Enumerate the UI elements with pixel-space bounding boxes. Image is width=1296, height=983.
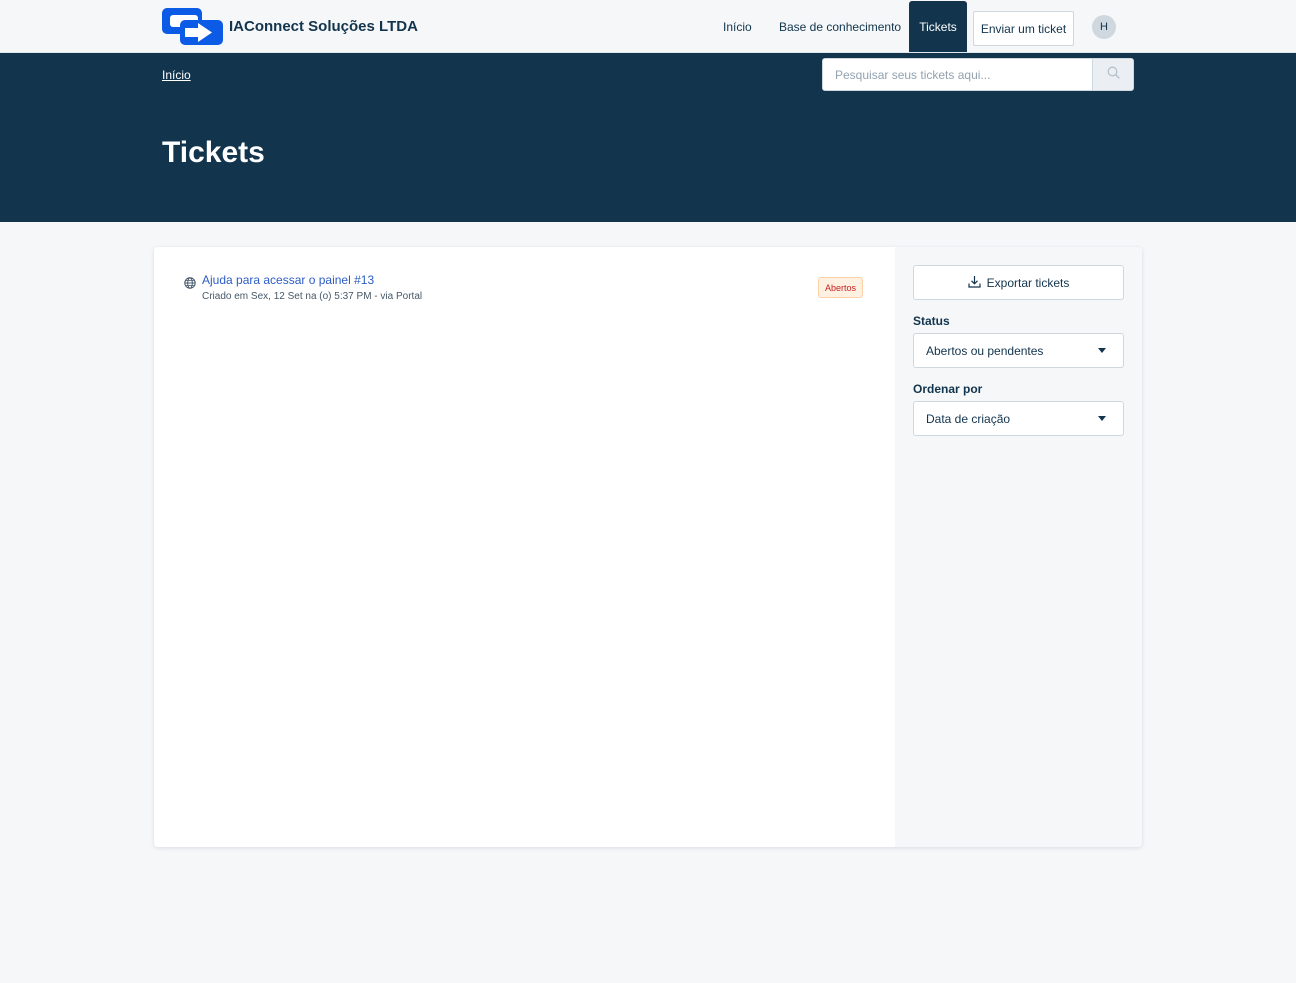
nav-home-link[interactable]: Início: [723, 0, 752, 53]
status-filter-label: Status: [913, 314, 950, 328]
status-filter-value: Abertos ou pendentes: [926, 343, 1044, 358]
status-filter-select[interactable]: Abertos ou pendentes: [913, 333, 1124, 368]
chevron-down-icon: [1098, 348, 1106, 353]
status-badge: Abertos: [818, 277, 864, 298]
export-tickets-label: Exportar tickets: [986, 275, 1070, 290]
ticket-title-link[interactable]: Ajuda para acessar o painel #13: [202, 273, 374, 287]
nav-tickets-tab[interactable]: Tickets: [909, 1, 967, 52]
ticket-row: Ajuda para acessar o painel #13 Criado e…: [184, 273, 864, 307]
globe-icon: [184, 276, 196, 294]
page-header-banner: Início Tickets: [0, 53, 1296, 222]
export-tickets-button[interactable]: Exportar tickets: [913, 265, 1124, 300]
ticket-meta: Criado em Sex, 12 Set na (o) 5:37 PM - v…: [202, 291, 423, 302]
ticket-search: [822, 58, 1134, 91]
search-button[interactable]: [1092, 59, 1133, 90]
nav-knowledge-base-link[interactable]: Base de conhecimento: [779, 0, 901, 53]
sort-select[interactable]: Data de criação: [913, 401, 1124, 436]
search-icon: [1107, 66, 1120, 84]
ticket-list: Ajuda para acessar o painel #13 Criado e…: [154, 247, 895, 847]
sort-value: Data de criação: [926, 411, 1011, 426]
sort-label: Ordenar por: [913, 382, 983, 396]
tickets-card: Ajuda para acessar o painel #13 Criado e…: [154, 247, 1142, 847]
download-icon: [968, 275, 987, 291]
company-logo-icon: [162, 8, 223, 45]
ticket-filters-sidebar: Exportar tickets Status Abertos ou pende…: [895, 247, 1142, 847]
chevron-down-icon: [1098, 416, 1106, 421]
company-name: IAConnect Soluções LTDA: [229, 18, 418, 35]
page-title: Tickets: [162, 136, 265, 169]
top-navigation: IAConnect Soluções LTDA Início Base de c…: [0, 0, 1296, 53]
brand[interactable]: IAConnect Soluções LTDA: [162, 8, 418, 45]
breadcrumb-home-link[interactable]: Início: [162, 68, 191, 82]
ticket-search-input[interactable]: [823, 59, 1092, 90]
user-avatar[interactable]: H: [1092, 15, 1116, 39]
submit-ticket-button[interactable]: Enviar um ticket: [973, 11, 1074, 46]
